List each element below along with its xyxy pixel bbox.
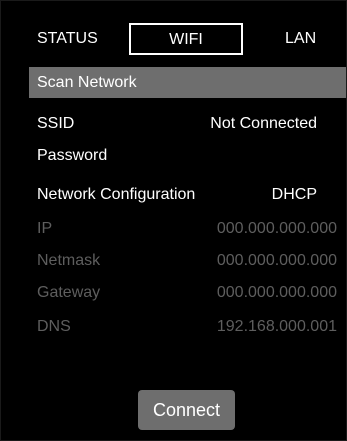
tab-wifi[interactable]: WIFI [129, 23, 243, 55]
tab-status[interactable]: STATUS [37, 23, 98, 55]
wifi-settings-screen: STATUS WIFI LAN Scan Network SSID Not Co… [0, 0, 347, 441]
netmask-value: 000.000.000.000 [216, 252, 337, 269]
connect-button[interactable]: Connect [138, 390, 235, 430]
tab-bar: STATUS WIFI LAN [13, 23, 339, 57]
netmask-row: Netmask 000.000.000.000 [37, 247, 337, 275]
network-configuration-label: Network Configuration [37, 186, 196, 203]
scan-network-label: Scan Network [37, 74, 137, 91]
gateway-value: 000.000.000.000 [216, 284, 337, 301]
ssid-value: Not Connected [210, 115, 317, 132]
ip-label: IP [37, 220, 53, 237]
dns-label: DNS [37, 318, 71, 335]
gateway-label: Gateway [37, 284, 101, 301]
ip-value: 000.000.000.000 [216, 220, 337, 237]
netmask-label: Netmask [37, 252, 101, 269]
ssid-label: SSID [37, 115, 75, 132]
dns-row: DNS 192.168.000.001 [37, 313, 337, 341]
network-configuration-row[interactable]: Network Configuration DHCP [37, 181, 337, 209]
ssid-row[interactable]: SSID Not Connected [37, 110, 337, 138]
scan-network-button[interactable]: Scan Network [29, 67, 346, 98]
dns-value: 192.168.000.001 [216, 318, 337, 335]
tab-lan[interactable]: LAN [285, 23, 316, 55]
password-row[interactable]: Password [37, 142, 337, 170]
ip-row: IP 000.000.000.000 [37, 215, 337, 243]
gateway-row: Gateway 000.000.000.000 [37, 279, 337, 307]
password-label: Password [37, 147, 108, 164]
network-configuration-value: DHCP [271, 186, 317, 203]
